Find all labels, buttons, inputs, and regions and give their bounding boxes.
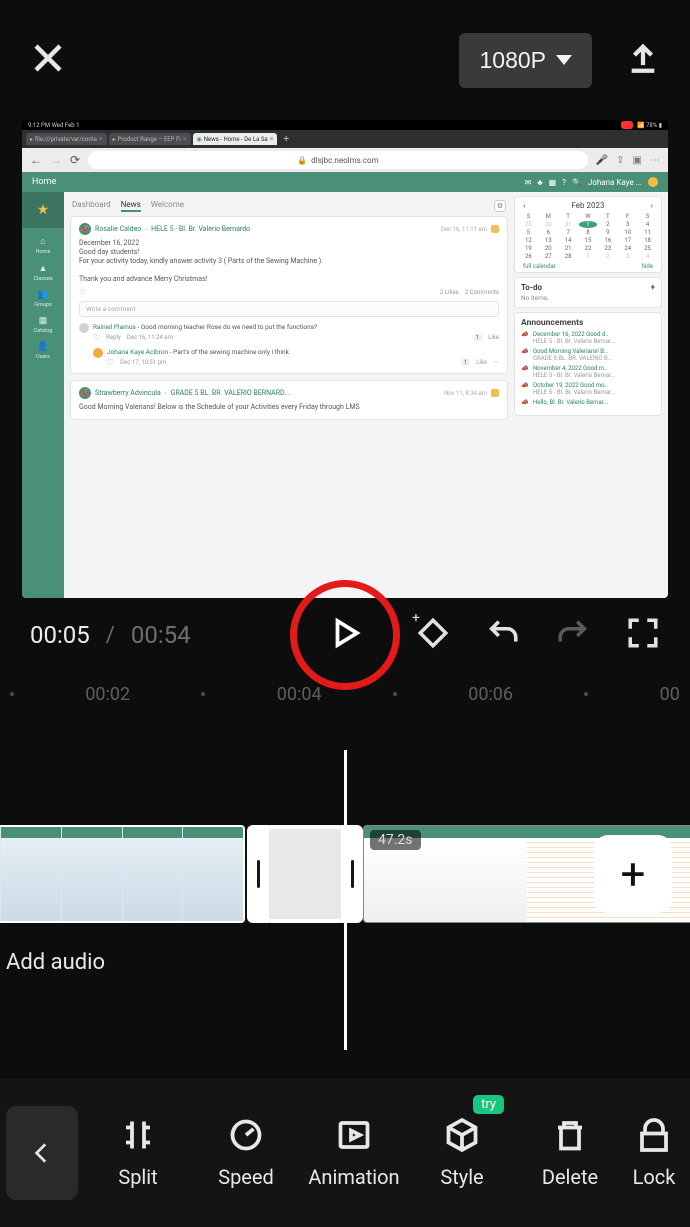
status-battery: 📶 78% ▮ [637,122,662,129]
back-arrow-icon: ← [30,153,42,167]
todo-widget: To-do+ No items. [514,277,662,308]
page-title: Home [32,177,56,187]
tabs-count-icon: ▣ [633,155,642,166]
video-preview[interactable]: 9:12 PM Wed Feb 1 📶 78% ▮ ▸file:///priva… [22,120,668,598]
clip-handle-left[interactable] [247,825,269,923]
clip-duration: 47.2s [370,830,421,850]
sidebar-item-groups: 👥Groups [34,290,52,308]
calendar-icon: ▦ [549,178,557,187]
tab-welcome: Welcome [151,200,184,212]
tag-icon [491,389,499,397]
split-button[interactable]: Split [84,1117,192,1189]
sidebar-item-home: ⌂Home [36,236,51,255]
current-time: 00:05 [30,621,90,649]
announcements-widget: Announcements 📣December 16, 2022 Good d.… [514,312,662,416]
reload-icon: ⟳ [70,153,80,167]
school-logo: ★ [22,192,64,228]
commenter-avatar [79,323,89,333]
toolbar-back-button[interactable] [6,1106,78,1200]
timeline[interactable]: 47.2s + Add audio [0,750,690,1050]
ruler-time: 00 [660,684,680,705]
speed-button[interactable]: Speed [192,1117,300,1189]
video-clip[interactable] [0,825,245,923]
share-icon: ⇪ [616,155,624,166]
keyframe-button[interactable] [416,616,450,654]
sidebar-item-users: 👤Users [36,342,50,360]
tab-plus-icon: + [279,134,293,145]
time-separator: / [106,623,115,648]
redo-button[interactable] [556,616,590,654]
ruler-tick [10,692,14,696]
playhead[interactable] [344,750,347,1050]
total-time: 00:54 [131,621,191,649]
timeline-ruler[interactable]: 00:02 00:04 00:06 00 [0,676,690,712]
gear-icon: ⚙ [494,200,506,212]
lock-button[interactable]: Lock [624,1117,684,1189]
delete-button[interactable]: Delete [516,1117,624,1189]
browser-tab-active: ◉News - Home - De La Sa× [193,133,278,145]
commenter-avatar [93,348,103,358]
ruler-time: 00:06 [468,684,513,705]
close-button[interactable] [30,40,66,80]
mic-icon: 🎤 [596,155,608,166]
avatar [648,177,658,187]
animation-button[interactable]: Animation [300,1117,408,1189]
selected-clip[interactable] [265,825,345,923]
comment-input: Write a comment [79,301,499,317]
try-badge: try [473,1095,504,1114]
recording-indicator [621,121,633,129]
ruler-time: 00:04 [277,684,322,705]
play-button-highlight [290,580,400,690]
help-icon: ? [562,178,566,187]
ruler-tick [393,692,397,696]
ruler-time: 00:02 [85,684,130,705]
news-post: 📣 Rosalie Caldeo › HELE 5 - Bl. Br. Vale… [70,216,508,374]
resolution-label: 1080P [479,47,546,74]
user-avatar-icon: 📣 [79,223,91,235]
more-icon: ⋯ [650,155,660,166]
tag-icon [491,225,499,233]
resolution-dropdown[interactable]: 1080P [459,33,592,88]
browser-tabs: ▸file:///private/var/conta× ▸Product Ran… [22,130,668,148]
preview-content: 9:12 PM Wed Feb 1 📶 78% ▮ ▸file:///priva… [22,120,668,598]
calendar-widget: ‹Feb 2023› SMTWTFS2930311234567891011121… [514,196,662,273]
user-avatar-icon: 📣 [79,387,91,399]
style-button[interactable]: try Style [408,1117,516,1189]
undo-button[interactable] [486,616,520,654]
forward-arrow-icon: → [50,153,62,167]
export-button[interactable] [626,41,660,79]
heart-icon: ♡ [79,288,86,297]
caret-down-icon [556,55,572,65]
browser-tab: ▸file:///private/var/conta× [26,133,107,145]
sidebar-item-classes: ▲Classes [33,263,52,282]
fullscreen-button[interactable] [626,616,660,654]
mail-icon: ✉ [525,178,532,187]
tab-dashboard: Dashboard [72,200,111,212]
add-clip-button[interactable]: + [594,835,672,913]
ruler-tick [584,692,588,696]
ruler-tick [201,692,205,696]
search-icon: 🔍 [572,178,582,187]
news-post: 📣 Strawberry Advincula › GRADE 5 BL. BR.… [70,380,508,419]
bell-icon: ♣ [537,178,542,187]
tab-news: News [121,200,141,212]
add-audio-button[interactable]: Add audio [6,950,105,975]
play-button[interactable] [327,615,363,655]
sidebar-item-catalog: ▦Catalog [34,316,53,334]
browser-tab: ▸Product Range – EEP Fi× [109,133,191,145]
status-time: 9:12 PM Wed Feb 1 [28,122,80,129]
address-bar: 🔒dlsjbc.neolms.com [88,151,588,169]
user-name: Johana Kaye ... [588,178,642,187]
